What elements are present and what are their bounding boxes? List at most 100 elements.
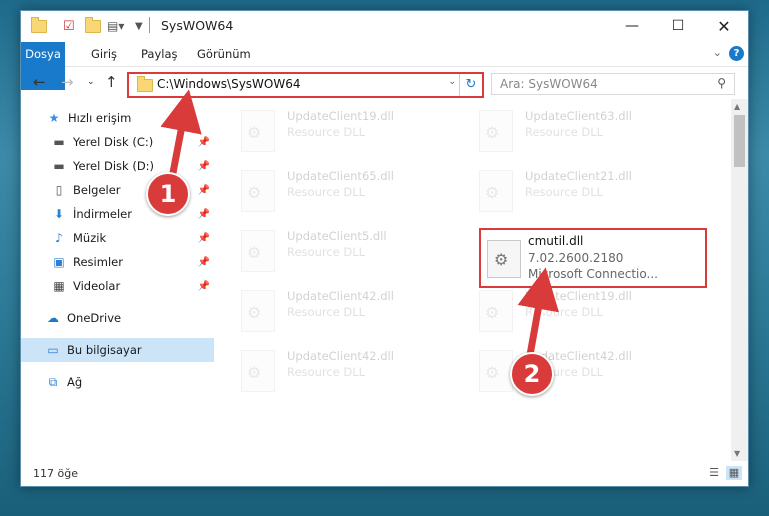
file-version: 7.02.2600.2180 <box>528 251 624 265</box>
list-item[interactable]: UpdateClient65.dll Resource DLL <box>221 166 421 214</box>
sidebar-item-videos[interactable]: ▦ Videolar 📌 <box>21 274 214 298</box>
file-description: Resource DLL <box>287 185 366 199</box>
up-icon[interactable]: ↑ <box>105 73 118 91</box>
file-name: UpdateClient63.dll <box>525 109 632 123</box>
search-input[interactable]: Ara: SysWOW64 ⚲ <box>491 73 735 95</box>
sidebar-item-quick-access[interactable]: ★ Hızlı erişim <box>21 106 214 130</box>
sidebar-item-label: Belgeler <box>73 183 121 197</box>
pin-icon: 📌 <box>197 184 210 196</box>
forward-icon[interactable]: → <box>61 73 74 91</box>
list-item[interactable]: UpdateClient19.dll Resource DLL <box>459 286 659 334</box>
pin-icon: 📌 <box>197 280 210 292</box>
large-icons-view-icon[interactable]: ▦ <box>726 466 742 480</box>
address-dropdown-icon[interactable]: ⌄ <box>448 77 456 87</box>
address-bar[interactable]: C:\Windows\SysWOW64 ⌄ ↻ <box>127 72 484 98</box>
list-item[interactable]: UpdateClient21.dll Resource DLL <box>459 166 659 214</box>
dll-file-icon <box>241 110 275 152</box>
file-description: Resource DLL <box>525 125 604 139</box>
file-name: UpdateClient42.dll <box>287 349 394 363</box>
sidebar-item-label: Ağ <box>67 375 83 389</box>
dll-file-icon <box>241 230 275 272</box>
pin-icon: 📌 <box>197 136 210 148</box>
download-icon: ⬇ <box>53 207 65 221</box>
help-icon[interactable]: ? <box>729 46 744 61</box>
computer-icon: ▭ <box>47 343 59 357</box>
network-icon: ⧉ <box>48 374 58 389</box>
properties-icon[interactable]: ☑ <box>63 17 75 35</box>
close-button[interactable]: ✕ <box>701 11 747 41</box>
file-company: Microsoft Connectio... <box>528 267 658 281</box>
sidebar-item-music[interactable]: ♪ Müzik 📌 <box>21 226 214 250</box>
sidebar-item-disk-d[interactable]: ▬ Yerel Disk (D:) 📌 <box>21 154 214 178</box>
address-path: C:\Windows\SysWOW64 <box>157 77 301 91</box>
navigation-pane: ★ Hızlı erişim ▬ Yerel Disk (C:) 📌 ▬ Yer… <box>21 106 214 451</box>
sidebar-item-network[interactable]: ⧉ Ağ <box>21 370 214 394</box>
pictures-icon: ▣ <box>53 255 65 269</box>
window-title: SysWOW64 <box>161 18 234 33</box>
refresh-icon[interactable]: ↻ <box>459 74 482 96</box>
details-view-icon[interactable]: ☰ <box>706 466 722 480</box>
sidebar-item-label: Yerel Disk (C:) <box>73 135 154 149</box>
dll-file-icon <box>479 350 513 392</box>
scroll-up-icon[interactable]: ▲ <box>734 102 740 111</box>
tab-share[interactable]: Paylaş <box>131 42 188 66</box>
file-description: Resource DLL <box>525 185 604 199</box>
step-marker-1: 1 <box>146 172 190 216</box>
cmutil-file-item[interactable]: cmutil.dll 7.02.2600.2180 Microsoft Conn… <box>479 228 707 288</box>
dll-file-icon <box>479 110 513 152</box>
tab-home[interactable]: Giriş <box>81 42 127 66</box>
recent-locations-icon[interactable]: ⌄ <box>87 77 95 87</box>
maximize-button[interactable]: ☐ <box>655 11 701 41</box>
back-icon[interactable]: ← <box>33 73 46 91</box>
step-marker-2: 2 <box>510 352 554 396</box>
ribbon-expand-icon[interactable]: ⌄ <box>713 46 722 59</box>
sidebar-item-label: Videolar <box>73 279 121 293</box>
file-name: UpdateClient19.dll <box>287 109 394 123</box>
sidebar-item-label: Yerel Disk (D:) <box>73 159 155 173</box>
list-item[interactable]: UpdateClient5.dll Resource DLL <box>221 226 421 274</box>
list-item[interactable]: UpdateClient19.dll Resource DLL <box>221 106 421 154</box>
sidebar-item-label: OneDrive <box>67 311 122 325</box>
sidebar-item-pictures[interactable]: ▣ Resimler 📌 <box>21 250 214 274</box>
item-count: 117 öğe <box>33 467 78 480</box>
pin-icon: 📌 <box>197 160 210 172</box>
file-name: UpdateClient65.dll <box>287 169 394 183</box>
file-description: Resource DLL <box>287 365 366 379</box>
sidebar-item-onedrive[interactable]: ☁ OneDrive <box>21 306 214 330</box>
list-item[interactable]: UpdateClient42.dll Resource DLL <box>221 286 421 334</box>
minimize-button[interactable]: — <box>609 11 655 41</box>
tab-view[interactable]: Görünüm <box>187 42 261 66</box>
sidebar-item-this-pc[interactable]: ▭ Bu bilgisayar <box>21 338 214 362</box>
file-name: UpdateClient5.dll <box>287 229 387 243</box>
dll-file-icon <box>241 170 275 212</box>
search-icon[interactable]: ⚲ <box>717 76 726 90</box>
new-folder-icon[interactable] <box>85 16 101 35</box>
scroll-down-icon[interactable]: ▼ <box>734 449 740 458</box>
toolbar-dropdown-icon[interactable]: ▼ <box>135 17 143 35</box>
sidebar-item-label: Bu bilgisayar <box>67 343 142 357</box>
videos-icon: ▦ <box>53 279 65 293</box>
dll-file-icon <box>479 170 513 212</box>
list-item[interactable]: UpdateClient63.dll Resource DLL <box>459 106 659 154</box>
pin-icon: 📌 <box>197 256 210 268</box>
drive-icon: ▬ <box>53 159 65 173</box>
dll-file-icon <box>241 350 275 392</box>
star-icon: ★ <box>48 111 60 125</box>
sidebar-item-label: Müzik <box>73 231 107 245</box>
file-description: Resource DLL <box>525 305 604 319</box>
file-description: Resource DLL <box>287 305 366 319</box>
search-placeholder: Ara: SysWOW64 <box>500 77 598 91</box>
sidebar-item-disk-c[interactable]: ▬ Yerel Disk (C:) 📌 <box>21 130 214 154</box>
vertical-scrollbar[interactable]: ▲ ▼ <box>731 99 748 461</box>
file-name: UpdateClient42.dll <box>287 289 394 303</box>
scrollbar-thumb[interactable] <box>734 115 745 167</box>
list-item[interactable]: UpdateClient42.dll Resource DLL <box>459 346 659 394</box>
pin-icon: 📌 <box>197 208 210 220</box>
list-item[interactable]: UpdateClient42.dll Resource DLL <box>221 346 421 394</box>
file-name: UpdateClient21.dll <box>525 169 632 183</box>
customize-toolbar-icon[interactable]: ▤▾ <box>107 17 124 35</box>
sidebar-item-label: Resimler <box>73 255 123 269</box>
dll-file-icon <box>487 240 521 278</box>
file-description: Resource DLL <box>287 125 366 139</box>
sidebar-item-label: İndirmeler <box>73 207 132 221</box>
